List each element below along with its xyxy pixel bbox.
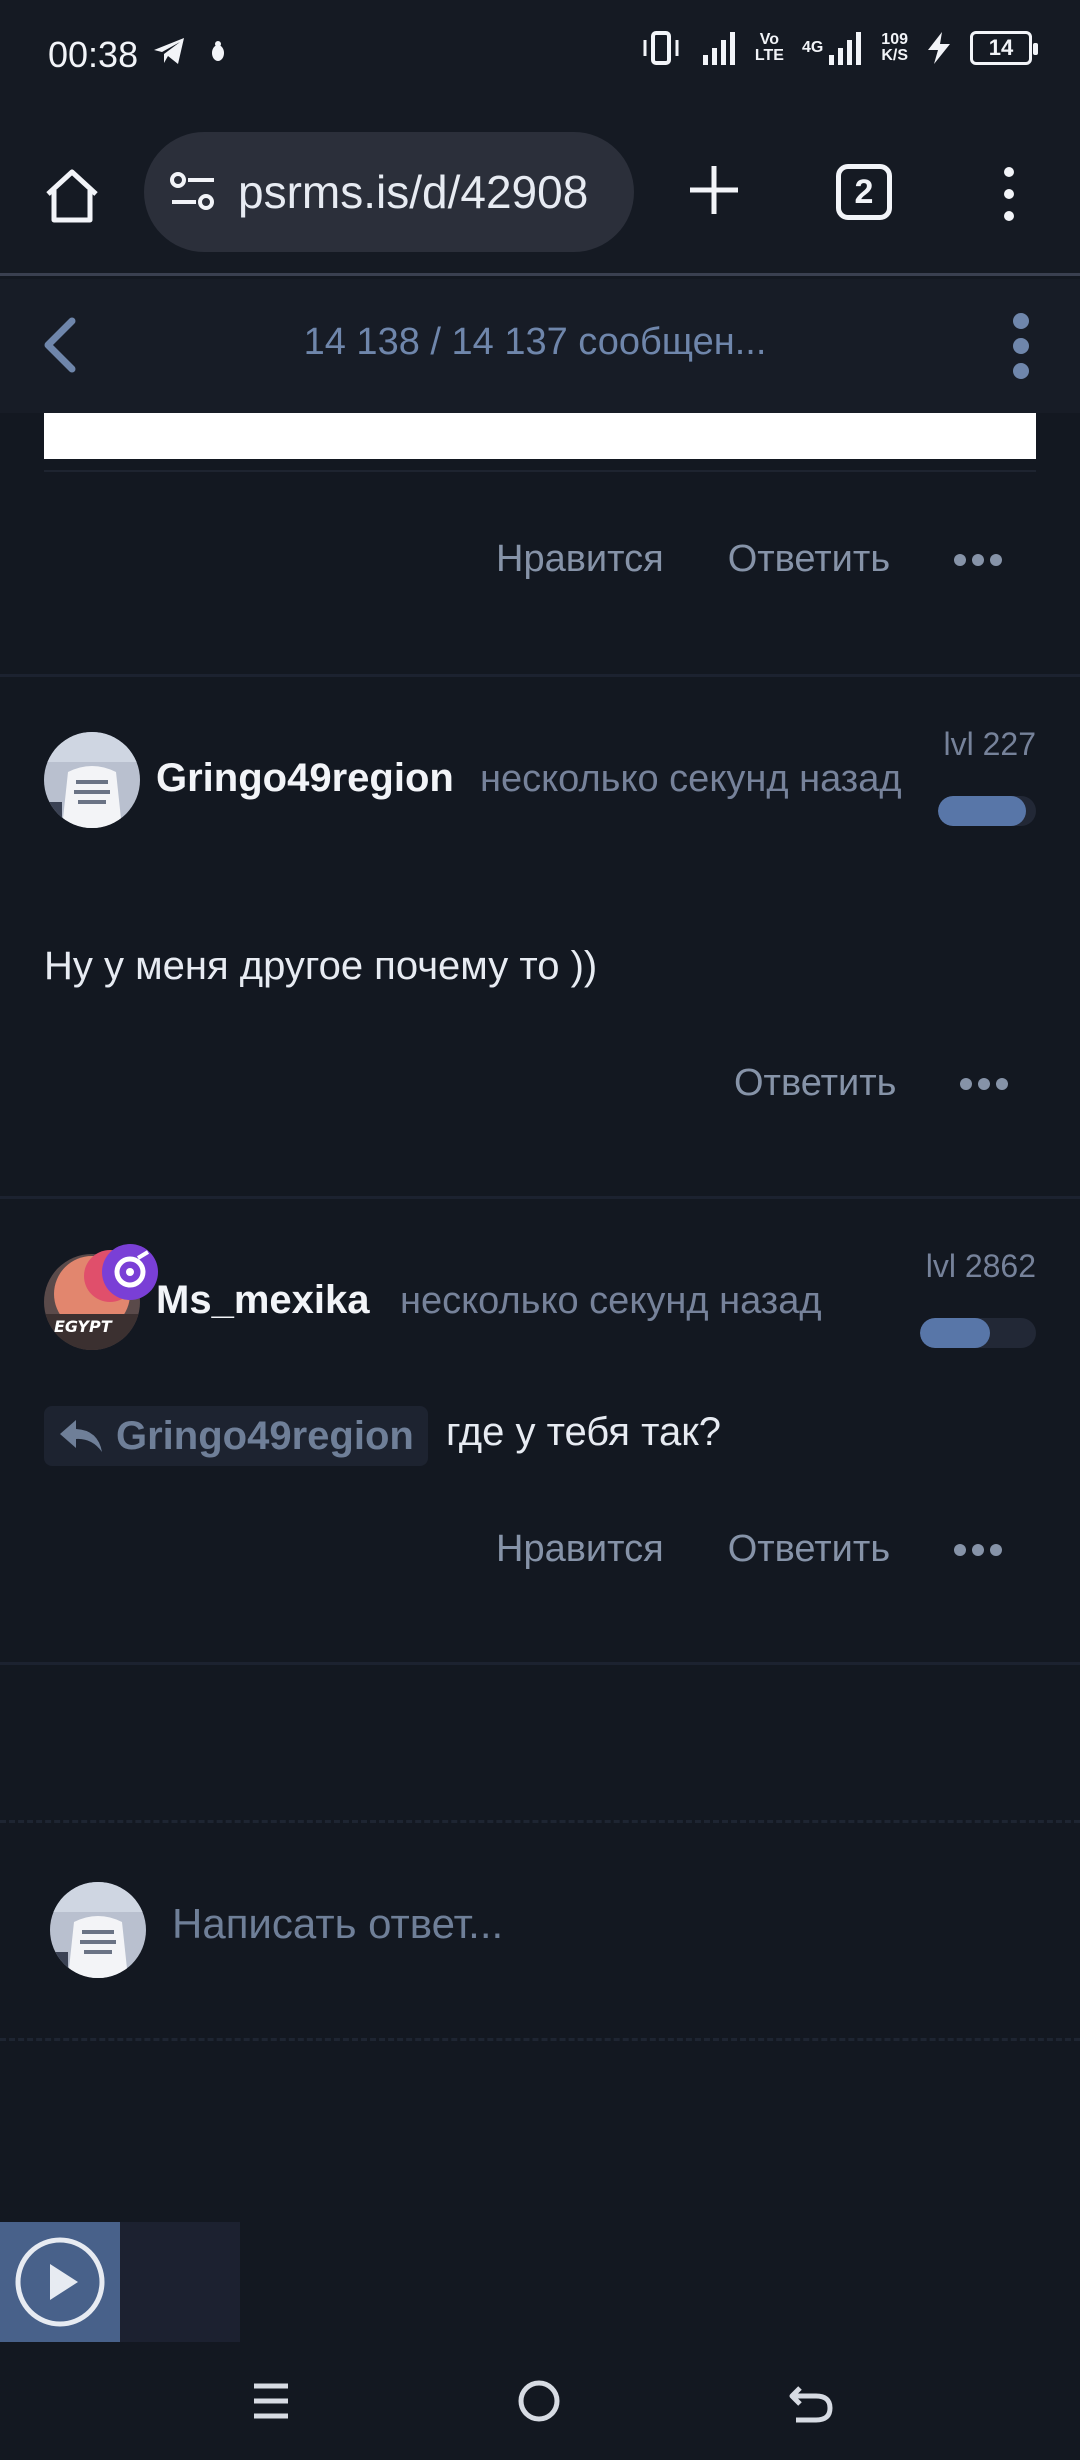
avatar-badge-icon [84, 1244, 158, 1302]
notification-bug-icon [212, 41, 224, 61]
user-photo-icon [50, 1882, 146, 1978]
post-divider [0, 1662, 1080, 1665]
status-bar: 00:38 Vo LTE 4G 109 K/S 14 [0, 0, 1080, 120]
battery-level: 14 [970, 31, 1038, 65]
more-options-icon[interactable] [954, 553, 1003, 566]
post-text: Ну у меня другое почему то )) [44, 944, 598, 988]
post-actions: Ответить [734, 1062, 1009, 1105]
browser-menu-icon[interactable] [994, 164, 1024, 224]
address-bar[interactable]: psrms.is/d/42908 [144, 132, 634, 252]
post-timestamp[interactable]: несколько секунд назад [400, 1280, 822, 1323]
user-photo-icon [44, 732, 140, 828]
post-timestamp[interactable]: несколько секунд назад [480, 758, 902, 801]
level-progress-fill [920, 1318, 990, 1348]
network-speed: 109 K/S [881, 31, 908, 64]
vibrate-icon [643, 31, 679, 65]
topic-header: 14 138 / 14 137 сообщен... [0, 279, 1080, 413]
reply-input[interactable]: Написать ответ... [172, 1900, 503, 1948]
post-text: где у тебя так? [446, 1410, 721, 1454]
level-progress-fill [938, 796, 1027, 826]
home-nav-icon[interactable] [514, 2376, 564, 2426]
home-icon[interactable] [40, 164, 104, 228]
volte-label: Vo LTE [754, 31, 784, 64]
reply-button[interactable]: Ответить [734, 1062, 896, 1105]
reply-button[interactable]: Ответить [728, 1528, 890, 1571]
new-tab-icon[interactable] [688, 164, 740, 216]
reply-to-chip[interactable]: Gringo49region [44, 1406, 428, 1466]
reply-to-username: Gringo49region [116, 1413, 414, 1458]
post-image-fragment [44, 413, 1036, 459]
site-settings-icon[interactable] [168, 170, 218, 214]
user-level: lvl 2862 [925, 1248, 1036, 1284]
reply-arrow-icon [60, 1420, 102, 1452]
telegram-icon [154, 38, 184, 64]
post-divider [0, 674, 1080, 677]
play-button[interactable] [0, 2222, 120, 2342]
recent-apps-icon[interactable] [246, 2376, 296, 2426]
level-progress-bar [920, 1318, 1036, 1348]
tab-switcher-button[interactable]: 2 [836, 164, 892, 220]
post-actions: Нравится Ответить [496, 538, 1003, 581]
username[interactable]: Ms_mexika [156, 1278, 369, 1323]
url-text: psrms.is/d/42908 [238, 166, 589, 218]
status-time: 00:38 [48, 34, 139, 75]
svg-text:EGYPT: EGYPT [54, 1317, 113, 1336]
my-avatar [50, 1882, 146, 1978]
topic-more-icon[interactable] [1006, 309, 1036, 383]
more-options-icon[interactable] [960, 1077, 1009, 1090]
user-level: lvl 227 [943, 726, 1037, 762]
screen: 00:38 Vo LTE 4G 109 K/S 14 psrms.is/d/42… [0, 0, 1080, 2460]
back-arrow-icon[interactable] [36, 315, 86, 375]
system-nav-bar [0, 2342, 1080, 2460]
post-actions: Нравится Ответить [496, 1528, 1003, 1571]
floating-player[interactable] [0, 2222, 240, 2342]
composer-border-bottom [0, 2038, 1080, 2041]
like-button[interactable]: Нравится [496, 1528, 664, 1571]
network-type-label: 4G [801, 39, 824, 56]
like-button[interactable]: Нравится [496, 538, 664, 581]
browser-toolbar: psrms.is/d/42908 2 [0, 120, 1080, 276]
post-divider [0, 1196, 1080, 1199]
charging-icon [928, 32, 950, 64]
signal-icon [702, 32, 735, 65]
avatar[interactable] [44, 732, 140, 828]
more-options-icon[interactable] [954, 1543, 1003, 1556]
reply-button[interactable]: Ответить [728, 538, 890, 581]
play-icon [15, 2237, 105, 2327]
level-progress-bar [938, 796, 1036, 826]
username[interactable]: Gringo49region [156, 756, 454, 801]
topic-title[interactable]: 14 138 / 14 137 сообщен... [140, 321, 930, 364]
signal-4g-icon [829, 32, 862, 65]
composer-border-top [0, 1820, 1080, 1823]
back-nav-icon[interactable] [786, 2376, 836, 2426]
